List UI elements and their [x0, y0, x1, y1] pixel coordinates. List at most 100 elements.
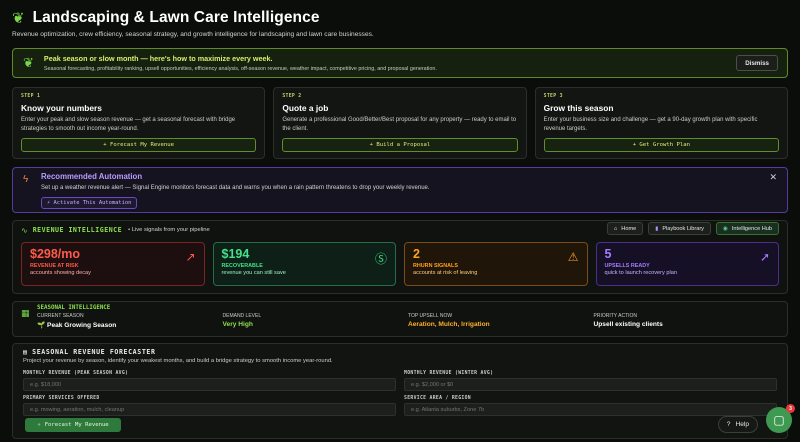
peak-revenue-input[interactable]	[23, 378, 396, 391]
intel-title: REVENUE INTELLIGENCE	[32, 226, 123, 234]
home-button[interactable]: ⌂ Home	[606, 222, 644, 235]
close-icon[interactable]: ✕	[769, 172, 777, 183]
page-subtitle: Revenue optimization, crew efficiency, s…	[12, 31, 374, 38]
activate-automation-button[interactable]: ⚡ Activate This Automation	[41, 197, 138, 209]
step-description: Enter your business size and challenge —…	[543, 117, 758, 132]
step-label: STEP 1	[21, 94, 41, 99]
banner-title: Peak season or slow month — here's how t…	[43, 54, 273, 63]
priority-action: PRIORITY ACTION Upsell existing clients	[594, 313, 780, 329]
top-upsell: TOP UPSELL NOW Aeration, Mulch, Irrigatio…	[408, 313, 594, 329]
dismiss-button[interactable]: Dismiss	[736, 55, 778, 71]
forecast-revenue-button[interactable]: + Forecast My Revenue	[21, 138, 257, 152]
chat-icon: ▢	[773, 413, 785, 427]
live-signals-label: • Live signals from your pipeline	[128, 227, 210, 233]
field-label: SERVICE AREA / REGION	[404, 396, 471, 401]
seasonal-key: TOP UPSELL NOW	[408, 313, 453, 319]
build-proposal-button[interactable]: + Build a Proposal	[282, 138, 518, 152]
field-label: MONTHLY REVENUE (PEAK SEASON AVG)	[23, 371, 129, 376]
onboarding-steps: STEP 1 Know your numbers Enter your peak…	[12, 87, 788, 159]
forecaster-title: ▤ SEASONAL REVENUE FORECASTER	[23, 348, 777, 356]
intel-nav: ⌂ Home ▮ Playbook Library ◉ Intelligence Hu…	[606, 222, 779, 235]
intel-cards: $298/mo REVENUE AT RISK accounts showing…	[21, 242, 779, 286]
banner-description: Seasonal forecasting, profitability rank…	[43, 66, 437, 72]
intelligence-hub-button[interactable]: ◉ Intelligence Hub	[715, 222, 779, 235]
leaf-icon: ❦	[12, 10, 25, 27]
step-label: STEP 2	[282, 94, 302, 99]
recommended-automation: ϟ Recommended Automation Set up a weathe…	[12, 167, 788, 213]
field-label: PRIMARY SERVICES OFFERED	[23, 396, 100, 401]
services-input[interactable]	[23, 403, 396, 416]
current-season: CURRENT SEASON 🌱 Peak Growing Season	[37, 313, 223, 329]
seasonal-key: DEMAND LEVEL	[222, 313, 262, 319]
seasonal-value: 🌱 Peak Growing Season	[37, 322, 117, 329]
card-sub: quick to launch recovery plan	[604, 270, 677, 276]
notification-badge: 3	[786, 404, 795, 413]
globe-icon: ◉	[722, 225, 728, 232]
step-card-1: STEP 1 Know your numbers Enter your peak…	[12, 87, 266, 159]
card-label: RHURN SIGNALS	[413, 263, 458, 269]
card-value: 2	[413, 247, 420, 261]
service-area-input[interactable]	[404, 403, 777, 416]
step-description: Enter your peak and slow season revenue …	[21, 117, 236, 132]
field-label: MONTHLY REVENUE (WINTER AVG)	[404, 371, 494, 376]
growth-plan-button[interactable]: + Get Growth Plan	[543, 138, 779, 152]
card-value: $194	[221, 247, 250, 261]
automation-title: Recommended Automation	[41, 172, 143, 181]
card-value: $298/mo	[30, 247, 81, 261]
card-sub: accounts showing decay	[30, 270, 91, 276]
calendar-icon: ▦	[21, 308, 30, 318]
card-label: RECOVERABLE	[221, 263, 263, 269]
form-row-1: MONTHLY REVENUE (PEAK SEASON AVG) MONTHL…	[23, 371, 777, 391]
revenue-at-risk-card[interactable]: $298/mo REVENUE AT RISK accounts showing…	[21, 242, 205, 286]
question-icon: ?	[726, 421, 731, 428]
help-button[interactable]: ? Help	[717, 416, 758, 433]
chat-button[interactable]: ▢ 3	[766, 404, 795, 433]
step-card-3: STEP 3 Grow this season Enter your busin…	[534, 87, 788, 159]
lightning-icon: ϟ	[23, 174, 29, 185]
hub-label: Intelligence Hub	[731, 225, 772, 232]
seasonal-value: Very High	[222, 321, 253, 328]
page-header: ❦ Landscaping & Lawn Care Intelligence	[12, 0, 788, 27]
step-description: Generate a professional Good/Better/Best…	[282, 117, 517, 132]
step-label: STEP 3	[543, 94, 563, 99]
chart-icon: ▤	[23, 348, 33, 356]
winter-revenue-input[interactable]	[404, 378, 777, 391]
forecaster-description: Project your revenue by season, identify…	[23, 358, 333, 364]
sparkle-icon: ✧	[37, 422, 41, 428]
help-label: Help	[735, 421, 749, 428]
season-banner: ❦ Peak season or slow month — here's how…	[12, 48, 788, 78]
pulse-icon: ∿	[21, 225, 28, 235]
page-title: Landscaping & Lawn Care Intelligence	[32, 9, 320, 26]
forecaster-title-text: SEASONAL REVENUE FORECASTER	[32, 348, 156, 356]
step-card-2: STEP 2 Quote a job Generate a profession…	[273, 87, 527, 159]
automation-description: Set up a weather revenue alert — Signal …	[41, 185, 430, 191]
dollar-icon: Ⓢ	[374, 252, 387, 266]
trend-up-icon: ↗	[185, 250, 196, 264]
card-sub: accounts at risk of leaving	[413, 270, 478, 276]
page: ❦ Landscaping & Lawn Care Intelligence R…	[0, 0, 800, 442]
playbook-label: Playbook Library	[662, 225, 704, 232]
upsells-ready-card[interactable]: 5 UPSELLS READY quick to launch recovery…	[595, 242, 779, 286]
churn-signals-card[interactable]: 2 RHURN SIGNALS accounts at risk of leav…	[404, 242, 588, 286]
seasonal-key: PRIORITY ACTION	[593, 313, 638, 319]
rocket-icon: ➚	[759, 250, 770, 264]
playbook-library-button[interactable]: ▮ Playbook Library	[648, 222, 711, 235]
demand-level: DEMAND LEVEL Very High	[223, 313, 409, 329]
step-title: Quote a job	[282, 103, 329, 113]
revenue-intelligence-panel: ∿ REVENUE INTELLIGENCE • Live signals fr…	[12, 220, 788, 294]
step-title: Know your numbers	[21, 103, 102, 113]
seasonal-title: SEASONAL INTELLIGENCE	[37, 305, 111, 311]
seasonal-value: Aeration, Mulch, Irrigation	[408, 321, 490, 328]
warning-icon: ⚠	[567, 250, 579, 264]
card-value: 5	[604, 247, 612, 261]
seasonal-value: Upsell existing clients	[593, 321, 663, 328]
book-icon: ▮	[655, 225, 659, 232]
card-label: REVENUE AT RISK	[30, 263, 79, 269]
forecast-my-revenue-button[interactable]: ✧ Forecast My Revenue	[25, 418, 121, 432]
recoverable-card[interactable]: $194 RECOVERABLE revenue you can still s…	[212, 242, 396, 286]
forecast-button-label: Forecast My Revenue	[44, 422, 109, 428]
revenue-forecaster: ▤ SEASONAL REVENUE FORECASTER Project yo…	[12, 343, 788, 439]
seasonal-intelligence: ▦ SEASONAL INTELLIGENCE CURRENT SEASON 🌱 …	[12, 301, 788, 337]
card-label: UPSELLS READY	[604, 263, 650, 269]
seasonal-key: CURRENT SEASON	[37, 313, 84, 319]
